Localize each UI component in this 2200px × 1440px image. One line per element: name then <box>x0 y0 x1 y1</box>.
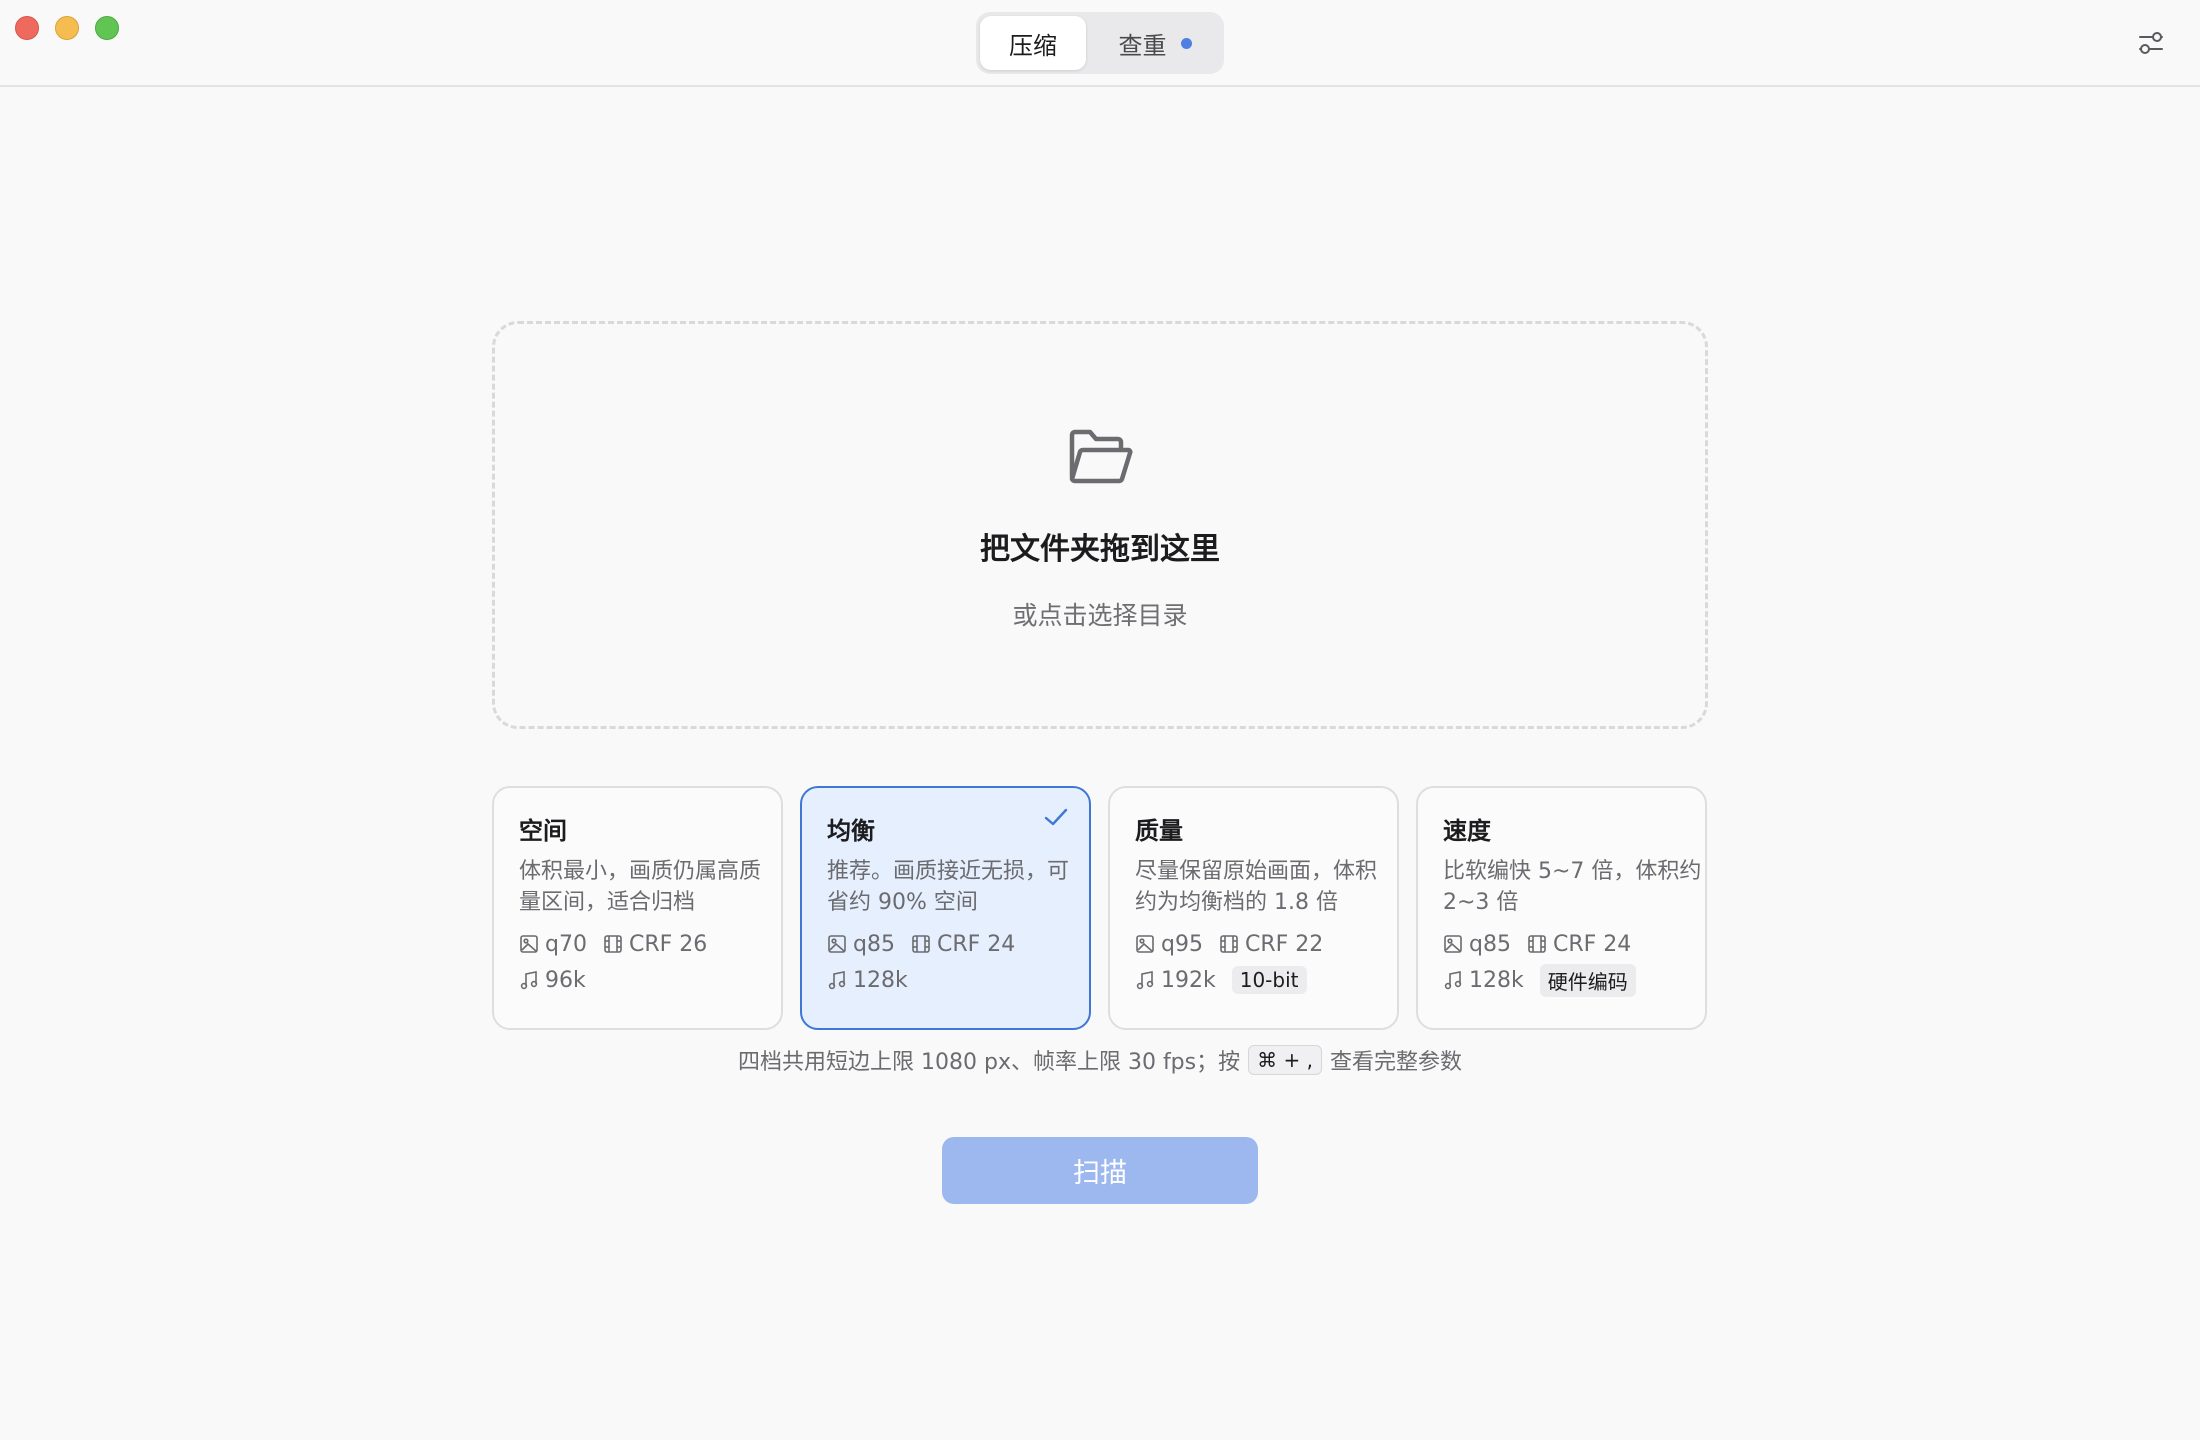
image-quality-value: q85 <box>853 931 895 957</box>
tab-compress[interactable]: 压缩 <box>980 16 1086 70</box>
tab-dedupe-label: 查重 <box>1118 31 1167 60</box>
preset-description: 推荐。画质接近无损，可省约 90% 空间 <box>827 859 1070 915</box>
preset-cards: 空间 体积最小，画质仍属高质量区间，适合归档 q70 CRF 26 96k 均衡… <box>492 786 1707 1030</box>
image-icon <box>1444 935 1462 953</box>
folder-drop-zone[interactable]: 把文件夹拖到这里 或点击选择目录 <box>492 321 1708 729</box>
audio-bitrate-spec: 128k <box>827 968 908 993</box>
image-icon <box>1136 935 1154 953</box>
film-icon <box>1528 935 1546 953</box>
app-window: 压缩 查重 把文件夹拖到这里 或点击选择目录 空间 体积最小，画质仍属高质量区间… <box>0 0 2200 1440</box>
spec-row-top: q85 CRF 24 <box>1443 929 1705 959</box>
scan-button[interactable]: 扫描 <box>942 1137 1258 1204</box>
audio-bitrate-value: 128k <box>853 967 908 993</box>
video-crf-spec: CRF 26 <box>603 932 707 957</box>
minimize-window-button[interactable] <box>55 16 79 40</box>
preset-card-space[interactable]: 空间 体积最小，画质仍属高质量区间，适合归档 q70 CRF 26 96k <box>492 786 783 1030</box>
preset-tag: 10-bit <box>1231 966 1307 994</box>
preset-description: 体积最小，画质仍属高质量区间，适合归档 <box>519 859 762 915</box>
image-icon <box>828 935 846 953</box>
film-icon <box>604 935 622 953</box>
keyboard-shortcut: ⌘ + , <box>1248 1045 1322 1075</box>
spec-row-bottom: 128k 硬件编码 <box>1443 963 1705 997</box>
mode-segmented-control: 压缩 查重 <box>976 12 1224 74</box>
video-crf-value: CRF 24 <box>1552 931 1632 957</box>
preset-description: 尽量保留原始画面，体积约为均衡档的 1.8 倍 <box>1135 859 1378 915</box>
video-crf-value: CRF 26 <box>628 931 708 957</box>
title-bar: 压缩 查重 <box>0 0 2200 87</box>
preset-title: 质量 <box>1135 817 1183 845</box>
film-icon <box>1220 935 1238 953</box>
drop-zone-subtitle: 或点击选择目录 <box>1012 601 1188 630</box>
close-window-button[interactable] <box>15 16 39 40</box>
preset-card-balanced[interactable]: 均衡 推荐。画质接近无损，可省约 90% 空间 q85 CRF 24 128k <box>800 786 1091 1030</box>
music-note-icon <box>828 971 846 990</box>
drop-zone-title: 把文件夹拖到这里 <box>980 532 1220 567</box>
tab-dedupe[interactable]: 查重 <box>1090 16 1220 70</box>
settings-button[interactable] <box>2136 28 2166 58</box>
video-crf-spec: CRF 22 <box>1219 932 1323 957</box>
spec-row-top: q85 CRF 24 <box>827 929 1089 959</box>
hint-suffix: 查看完整参数 <box>1329 1050 1462 1075</box>
image-quality-spec: q85 <box>827 932 895 957</box>
video-crf-value: CRF 22 <box>1244 931 1324 957</box>
preset-description: 比软编快 5~7 倍，体积约 2~3 倍 <box>1443 859 1702 915</box>
image-quality-value: q70 <box>545 931 587 957</box>
audio-bitrate-value: 192k <box>1161 967 1216 993</box>
image-quality-value: q95 <box>1161 931 1203 957</box>
film-icon <box>912 935 930 953</box>
video-crf-value: CRF 24 <box>936 931 1016 957</box>
audio-bitrate-spec: 192k <box>1135 968 1216 993</box>
audio-bitrate-value: 128k <box>1469 967 1524 993</box>
preset-title: 空间 <box>519 817 567 845</box>
preset-card-quality[interactable]: 质量 尽量保留原始画面，体积约为均衡档的 1.8 倍 q95 CRF 22 19… <box>1108 786 1399 1030</box>
notification-dot <box>1180 37 1192 49</box>
folder-open-icon <box>1069 429 1133 484</box>
video-crf-spec: CRF 24 <box>911 932 1015 957</box>
hint-prefix: 四档共用短边上限 1080 px、帧率上限 30 fps；按 <box>738 1050 1241 1075</box>
spec-row-bottom: 192k 10-bit <box>1135 965 1397 995</box>
audio-bitrate-value: 96k <box>545 967 586 993</box>
video-crf-spec: CRF 24 <box>1527 932 1631 957</box>
audio-bitrate-spec: 96k <box>519 968 586 993</box>
spec-row-top: q70 CRF 26 <box>519 929 781 959</box>
maximize-window-button[interactable] <box>95 16 119 40</box>
image-icon <box>520 935 538 953</box>
scan-button-label: 扫描 <box>1073 1158 1127 1189</box>
music-note-icon <box>520 971 538 990</box>
image-quality-value: q85 <box>1469 931 1511 957</box>
image-quality-spec: q95 <box>1135 932 1203 957</box>
image-quality-spec: q70 <box>519 932 587 957</box>
music-note-icon <box>1444 971 1462 990</box>
parameters-hint: 四档共用短边上限 1080 px、帧率上限 30 fps；按 ⌘ + , 查看完… <box>0 1044 2200 1076</box>
preset-title: 速度 <box>1443 817 1491 845</box>
audio-bitrate-spec: 128k <box>1443 968 1524 993</box>
preset-tag: 硬件编码 <box>1539 963 1636 997</box>
spec-row-top: q95 CRF 22 <box>1135 929 1397 959</box>
window-controls <box>15 16 119 40</box>
checkmark-icon <box>1044 808 1068 826</box>
spec-row-bottom: 128k <box>827 965 1089 995</box>
spec-row-bottom: 96k <box>519 965 781 995</box>
image-quality-spec: q85 <box>1443 932 1511 957</box>
music-note-icon <box>1136 971 1154 990</box>
preset-card-speed[interactable]: 速度 比软编快 5~7 倍，体积约 2~3 倍 q85 CRF 24 128k … <box>1416 786 1707 1030</box>
tab-compress-label: 压缩 <box>1009 31 1057 60</box>
sliders-icon <box>2139 32 2163 54</box>
